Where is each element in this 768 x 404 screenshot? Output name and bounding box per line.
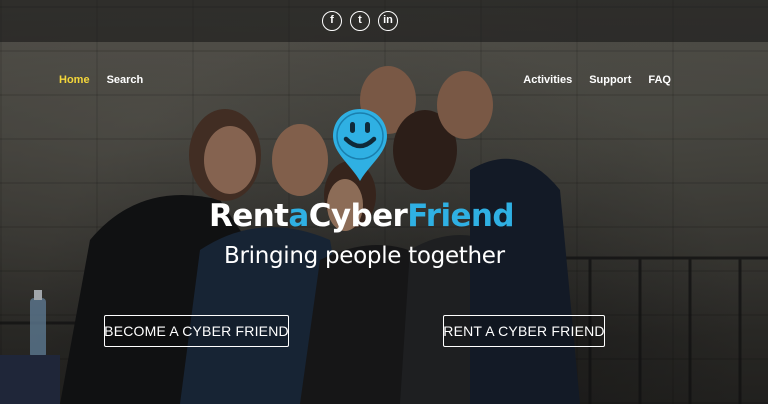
brand-a: a xyxy=(288,198,309,234)
main-nav-left: Home Search xyxy=(59,74,143,86)
nav-faq-link[interactable]: FAQ xyxy=(648,74,671,86)
nav-support-link[interactable]: Support xyxy=(589,74,631,86)
facebook-icon[interactable]: f xyxy=(322,11,342,31)
nav-search-link[interactable]: Search xyxy=(107,74,144,86)
brand-cyber: Cyber xyxy=(308,198,408,234)
main-nav-right: Activities Support FAQ xyxy=(523,74,671,86)
top-bar: f t in xyxy=(0,0,768,42)
twitter-icon[interactable]: t xyxy=(350,11,370,31)
nav-home-link[interactable]: Home xyxy=(59,74,90,86)
tagline: Bringing people together xyxy=(224,243,505,269)
rent-cyber-friend-button[interactable]: RENT A CYBER FRIEND xyxy=(443,315,605,347)
nav-activities-link[interactable]: Activities xyxy=(523,74,572,86)
brand-rent: Rent xyxy=(209,198,289,234)
smiley-location-pin-icon xyxy=(333,109,387,181)
brand-logotype: RentaCyberFriend xyxy=(209,198,515,234)
social-links: f t in xyxy=(322,11,398,31)
linkedin-icon[interactable]: in xyxy=(378,11,398,31)
brand-friend: Friend xyxy=(407,198,514,234)
become-cyber-friend-button[interactable]: BECOME A CYBER FRIEND xyxy=(104,315,289,347)
